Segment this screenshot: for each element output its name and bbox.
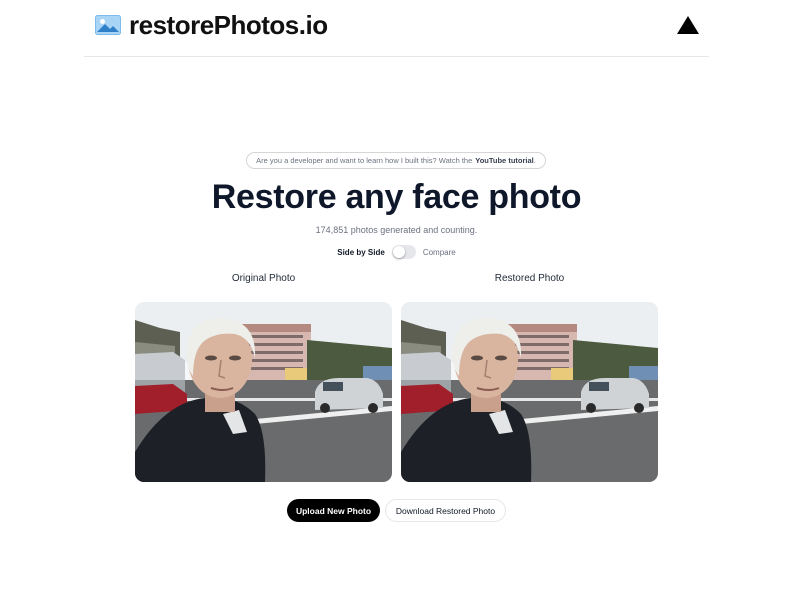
announcement-suffix: .	[533, 156, 536, 165]
landscape-photo-icon	[95, 15, 121, 35]
switch-knob	[392, 246, 405, 258]
youtube-tutorial-link[interactable]: YouTube tutorial	[475, 156, 533, 165]
youtube-tutorial-announcement[interactable]: Are you a developer and want to learn ho…	[246, 152, 546, 169]
vercel-triangle-icon[interactable]	[676, 15, 700, 35]
side-by-side-label: Side by Side	[337, 247, 385, 257]
restored-photo-title: Restored Photo	[494, 273, 565, 284]
original-photo-title: Original Photo	[231, 273, 296, 284]
site-header: restorePhotos.io	[84, 0, 709, 57]
photo-counter: 174,851 photos generated and counting.	[315, 225, 478, 235]
original-photo	[135, 302, 392, 482]
brand-link[interactable]: restorePhotos.io	[95, 10, 328, 40]
compare-label: Compare	[422, 247, 456, 257]
download-restored-photo-button[interactable]: Download Restored Photo	[385, 499, 506, 522]
restored-photo	[401, 302, 658, 482]
page-title: Restore any face photo	[211, 178, 582, 216]
view-mode-toggle: Side by Side Compare	[0, 245, 793, 259]
view-mode-switch[interactable]	[391, 245, 416, 259]
upload-new-photo-button[interactable]: Upload New Photo	[287, 499, 380, 522]
announcement-text: Are you a developer and want to learn ho…	[256, 156, 473, 165]
brand-name: restorePhotos.io	[129, 10, 328, 40]
